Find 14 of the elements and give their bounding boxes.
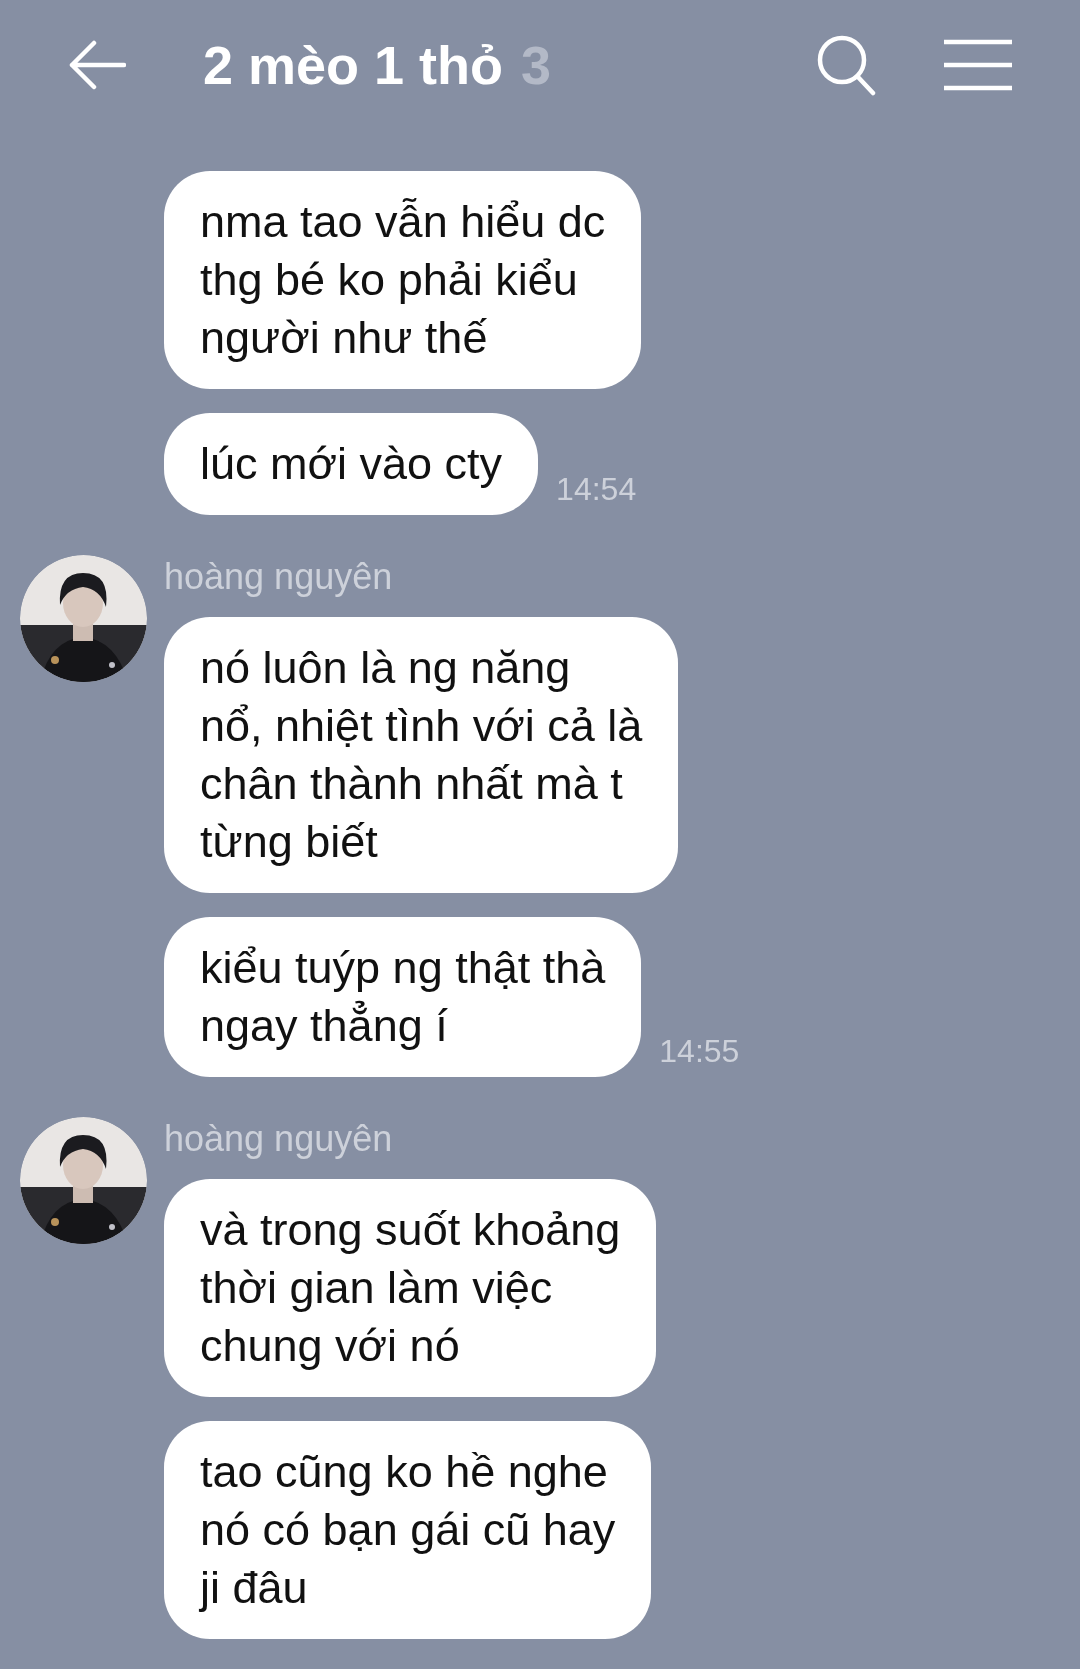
menu-icon[interactable] [944, 39, 1012, 91]
back-icon[interactable] [68, 40, 126, 90]
message-bubble: và trong suốt khoảng thời gian làm việc chung với nó [164, 1179, 657, 1397]
sender-name: hoàng nguyên [164, 1117, 394, 1161]
message-bubble: nma tao vẫn hiểu dc thg bé ko phải kiểu người như thế [164, 171, 642, 389]
sender-name: hoàng nguyên [164, 555, 394, 599]
search-icon[interactable] [816, 34, 876, 96]
timestamp: 14:54 [556, 470, 637, 509]
message-bubble: lúc mới vào cty [164, 413, 539, 515]
message-bubble: kiểu tuýp ng thật thà ngay thẳng í [164, 917, 642, 1077]
message-bubble: nó luôn là ng năng nổ, nhiệt tình với cả là chân thành nhất mà t từng biết [164, 617, 679, 893]
message-bubble: tao cũng ko hề nghe nó có bạn gái cũ hay ji đâu [164, 1421, 652, 1639]
timestamp: 14:55 [659, 1032, 740, 1071]
chat-title: 2 mèo 1 thỏ [203, 33, 504, 97]
